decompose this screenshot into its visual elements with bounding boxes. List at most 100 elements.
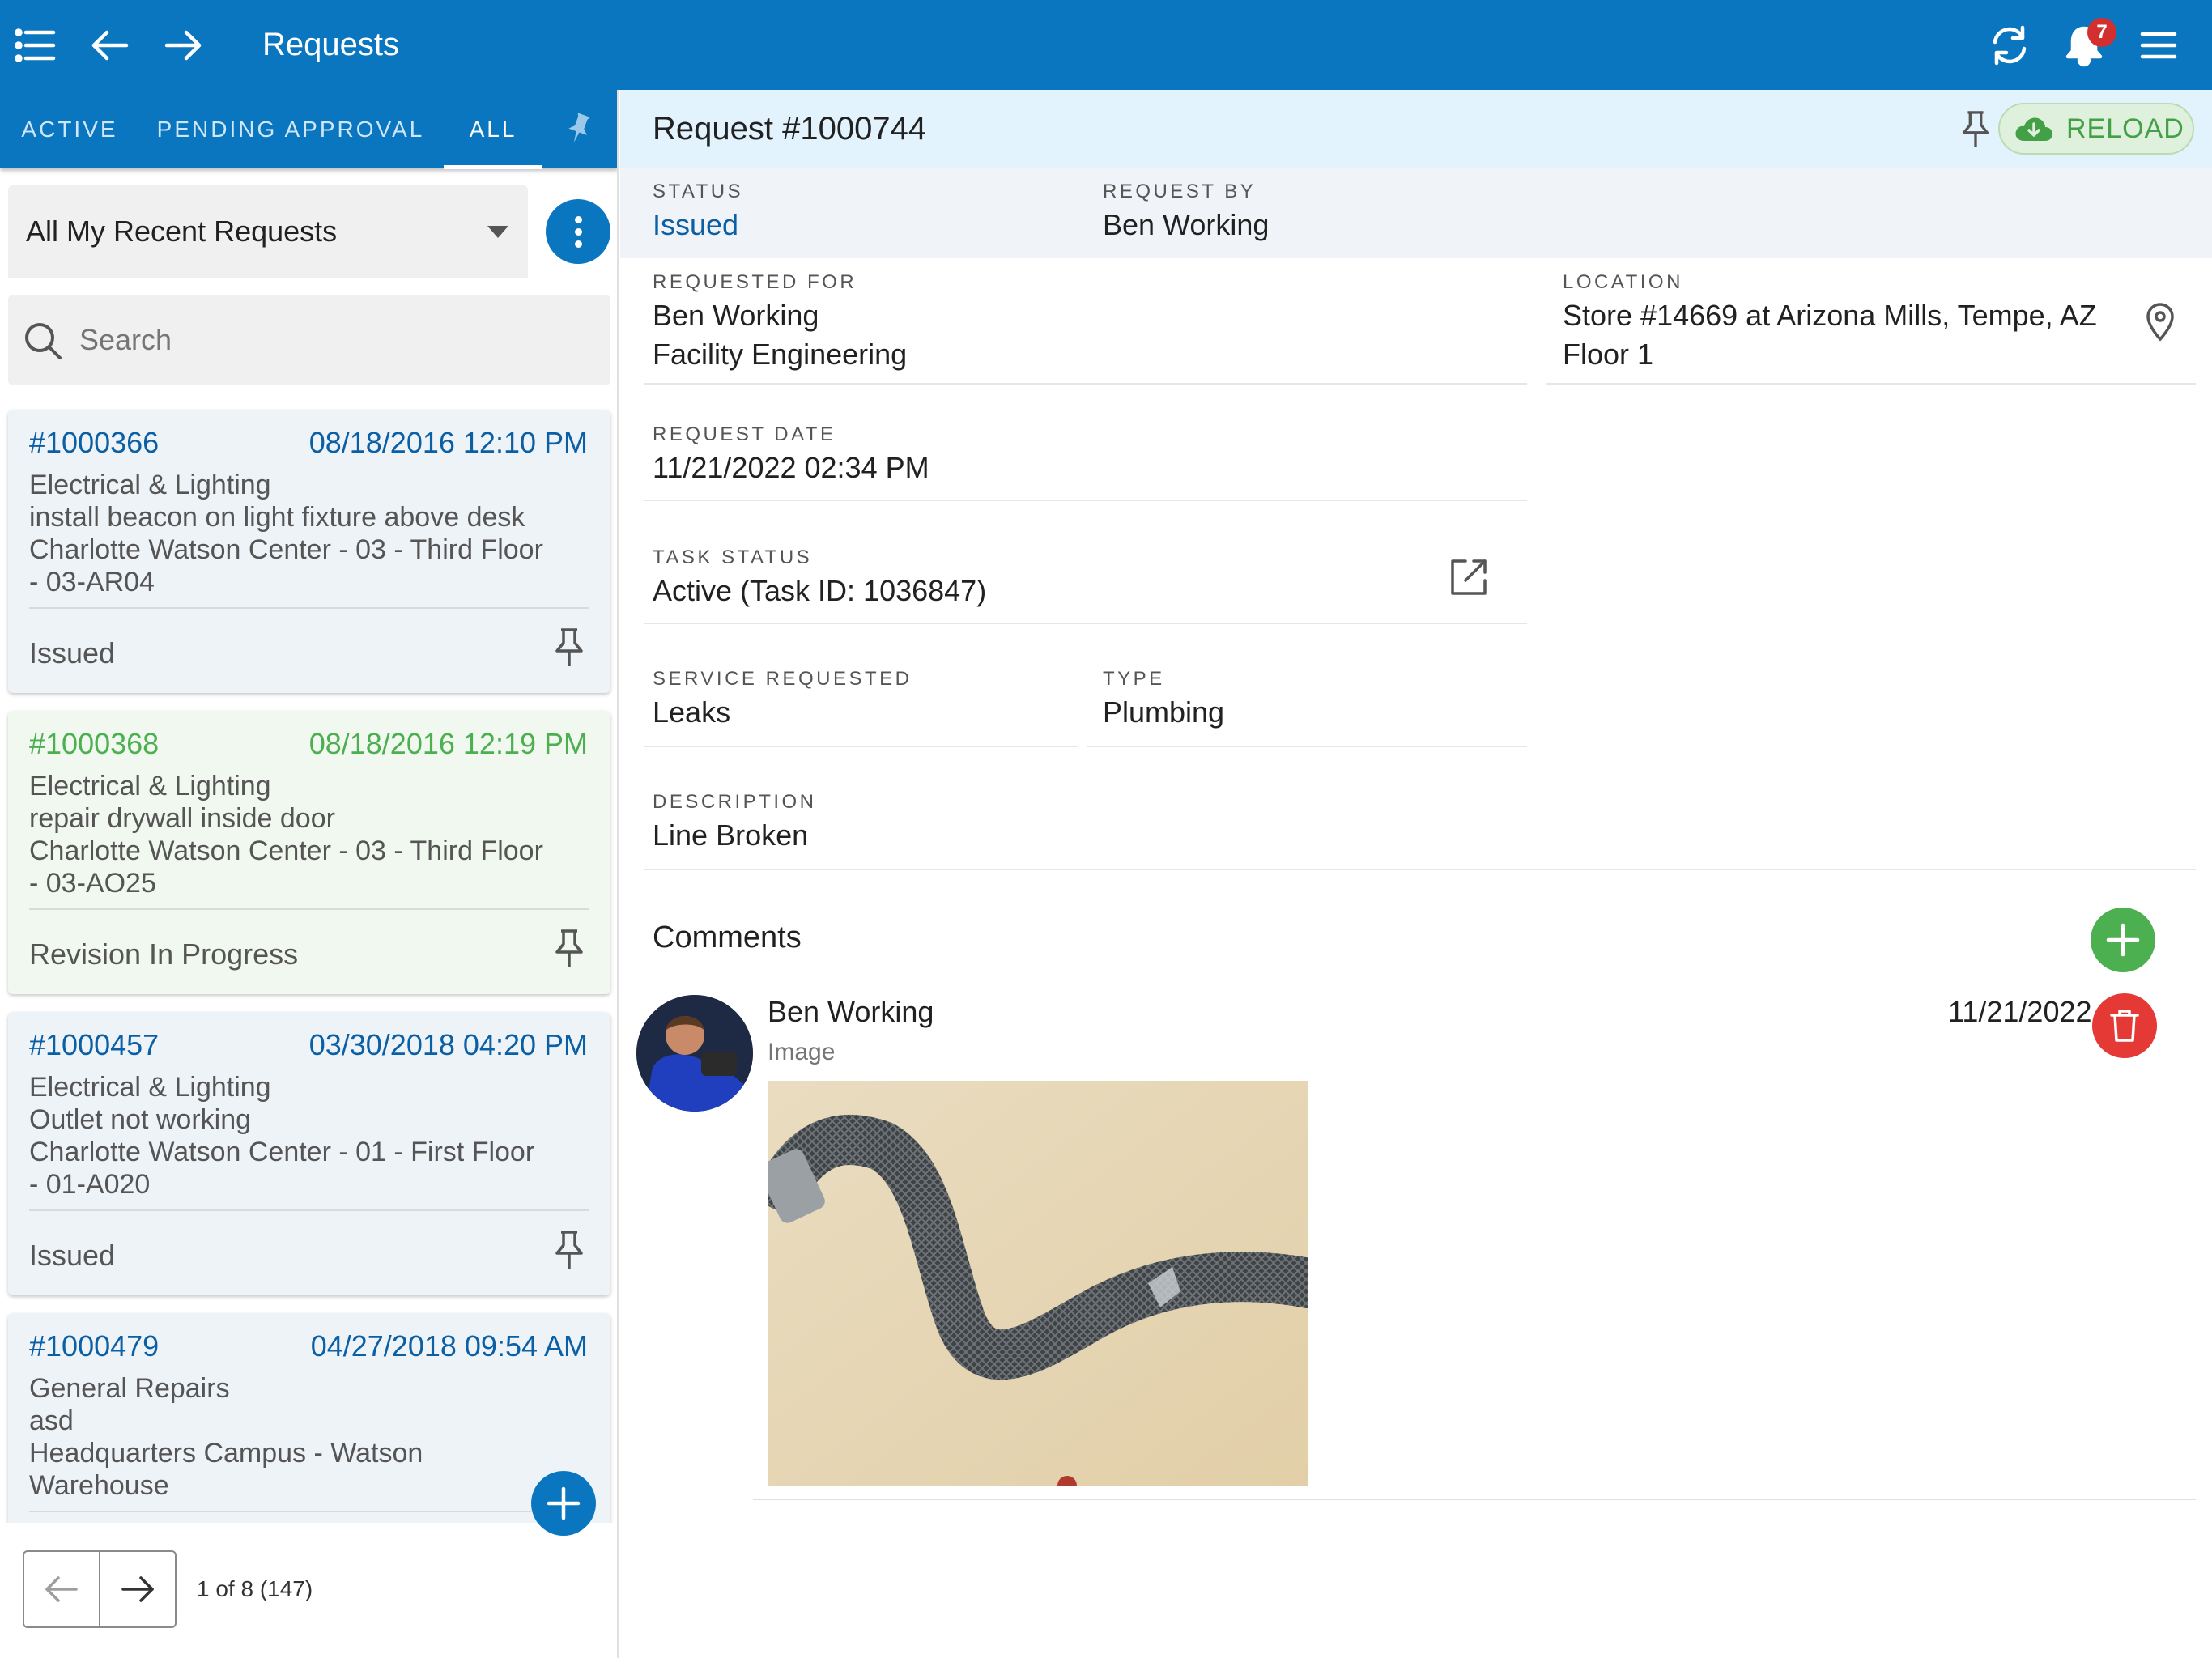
request-card[interactable]: #1000368 08/18/2016 12:19 PM Electrical … xyxy=(8,711,610,994)
request-location: Charlotte Watson Center - 01 - First Flo… xyxy=(29,1137,535,1167)
reload-label: RELOAD xyxy=(2066,113,2184,144)
avatar xyxy=(636,995,753,1112)
pin-icon[interactable] xyxy=(1958,109,1993,150)
search-input[interactable] xyxy=(79,295,581,385)
hamburger-menu-icon[interactable] xyxy=(2136,0,2181,90)
request-number: #1000368 xyxy=(29,727,160,760)
request-location-detail: - 03-AR04 xyxy=(29,567,155,597)
pinned-tab-icon[interactable] xyxy=(561,111,597,147)
request-status: Revision In Progress xyxy=(29,937,299,971)
plus-icon xyxy=(547,1486,581,1520)
description-value: Line Broken xyxy=(653,818,809,852)
pin-icon[interactable] xyxy=(551,1229,588,1271)
kebab-dot-icon xyxy=(574,227,582,236)
request-date: 03/30/2018 04:20 PM xyxy=(308,1028,588,1061)
tab-active[interactable]: ACTIVE xyxy=(0,90,139,168)
location-line-1: Store #14669 at Arizona Mills, Tempe, AZ xyxy=(1563,299,2097,332)
field-divider xyxy=(644,869,2196,870)
tab-bar: ACTIVE PENDING APPROVAL ALL xyxy=(0,90,617,169)
request-date: 08/18/2016 12:10 PM xyxy=(308,426,588,459)
field-divider xyxy=(644,746,1078,747)
arrow-right-icon xyxy=(121,1576,154,1602)
request-list-pane: ACTIVE PENDING APPROVAL ALL All My Recen… xyxy=(0,90,619,1658)
card-divider xyxy=(29,1209,589,1211)
status-value: Issued xyxy=(653,208,739,241)
field-divider xyxy=(644,623,1527,624)
filter-selected-value: All My Recent Requests xyxy=(26,215,338,248)
request-summary: install beacon on light fixture above de… xyxy=(29,502,525,533)
request-location: Headquarters Campus - Watson xyxy=(29,1438,423,1469)
request-by-value: Ben Working xyxy=(1103,208,1270,241)
back-arrow-icon[interactable] xyxy=(87,0,133,90)
arrow-left-icon xyxy=(45,1576,78,1602)
cloud-download-icon xyxy=(2015,117,2053,141)
pin-icon[interactable] xyxy=(551,627,588,669)
card-divider xyxy=(29,1511,589,1512)
list-icon[interactable] xyxy=(11,0,60,90)
previous-page-button[interactable] xyxy=(23,1550,100,1628)
more-options-button[interactable] xyxy=(546,199,610,264)
request-date-value: 11/21/2022 02:34 PM xyxy=(653,451,929,484)
type-value: Plumbing xyxy=(1103,695,1225,729)
refresh-icon[interactable] xyxy=(1985,0,2034,90)
map-pin-icon[interactable] xyxy=(2144,302,2176,342)
app-bar: Requests 7 xyxy=(0,0,2212,90)
tab-pending-approval[interactable]: PENDING APPROVAL xyxy=(151,90,431,168)
request-card[interactable]: #1000457 03/30/2018 04:20 PM Electrical … xyxy=(8,1012,610,1295)
request-date-label: REQUEST DATE xyxy=(653,423,836,445)
kebab-dot-icon xyxy=(574,240,582,248)
plus-icon xyxy=(2106,923,2140,957)
add-comment-button[interactable] xyxy=(2091,908,2155,972)
add-request-button[interactable] xyxy=(531,1471,596,1536)
forward-arrow-icon[interactable] xyxy=(160,0,206,90)
request-date: 08/18/2016 12:19 PM xyxy=(308,727,588,760)
location-line-2: Floor 1 xyxy=(1563,338,1654,371)
comment-author: Ben Working xyxy=(768,995,934,1028)
comment-divider xyxy=(753,1499,2196,1500)
request-by-label: REQUEST BY xyxy=(1103,181,1257,202)
trash-icon xyxy=(2110,1010,2139,1042)
request-location-detail: - 03-AO25 xyxy=(29,868,156,899)
card-divider xyxy=(29,607,589,609)
request-number: #1000366 xyxy=(29,426,160,459)
request-summary: Outlet not working xyxy=(29,1104,252,1135)
request-summary: asd xyxy=(29,1405,74,1436)
request-number: #1000457 xyxy=(29,1028,160,1061)
open-external-icon[interactable] xyxy=(1448,556,1490,598)
requested-for-name: Ben Working xyxy=(653,299,819,332)
pagination: 1 of 8 (147) xyxy=(0,1523,617,1658)
comment-date: 11/21/2022 xyxy=(1948,995,2092,1028)
request-category: Electrical & Lighting xyxy=(29,470,271,500)
request-location: Charlotte Watson Center - 03 - Third Flo… xyxy=(29,835,543,866)
requested-for-label: REQUESTED FOR xyxy=(653,271,857,293)
kebab-dot-icon xyxy=(574,215,582,223)
next-page-button[interactable] xyxy=(99,1550,177,1628)
delete-comment-button[interactable] xyxy=(2092,993,2157,1058)
pin-icon[interactable] xyxy=(551,928,588,970)
comment-attachment-image[interactable] xyxy=(768,1081,1308,1486)
request-filter-dropdown[interactable]: All My Recent Requests xyxy=(8,185,528,278)
location-label: LOCATION xyxy=(1563,271,1683,293)
detail-header: Request #1000744 RELOAD xyxy=(620,90,2212,168)
tab-all[interactable]: ALL xyxy=(444,90,542,168)
search-box xyxy=(8,295,610,385)
reload-button[interactable]: RELOAD xyxy=(1998,103,2194,155)
field-divider xyxy=(644,500,1527,501)
request-location-detail: - 01-A020 xyxy=(29,1169,151,1200)
field-divider xyxy=(644,383,1527,385)
search-icon xyxy=(25,323,62,359)
type-label: TYPE xyxy=(1103,668,1165,690)
page-indicator: 1 of 8 (147) xyxy=(197,1576,313,1601)
notification-badge: 7 xyxy=(2087,18,2116,47)
request-category: Electrical & Lighting xyxy=(29,1072,271,1103)
request-summary: repair drywall inside door xyxy=(29,803,335,834)
request-category: General Repairs xyxy=(29,1373,230,1404)
request-card[interactable]: #1000366 08/18/2016 12:10 PM Electrical … xyxy=(8,410,610,693)
comment-type: Image xyxy=(768,1039,836,1065)
service-requested-label: SERVICE REQUESTED xyxy=(653,668,912,690)
comments-title: Comments xyxy=(653,920,802,954)
request-number: #1000479 xyxy=(29,1329,160,1363)
request-category: Electrical & Lighting xyxy=(29,771,271,801)
status-band xyxy=(620,168,2212,258)
request-status: Issued xyxy=(29,1239,116,1272)
